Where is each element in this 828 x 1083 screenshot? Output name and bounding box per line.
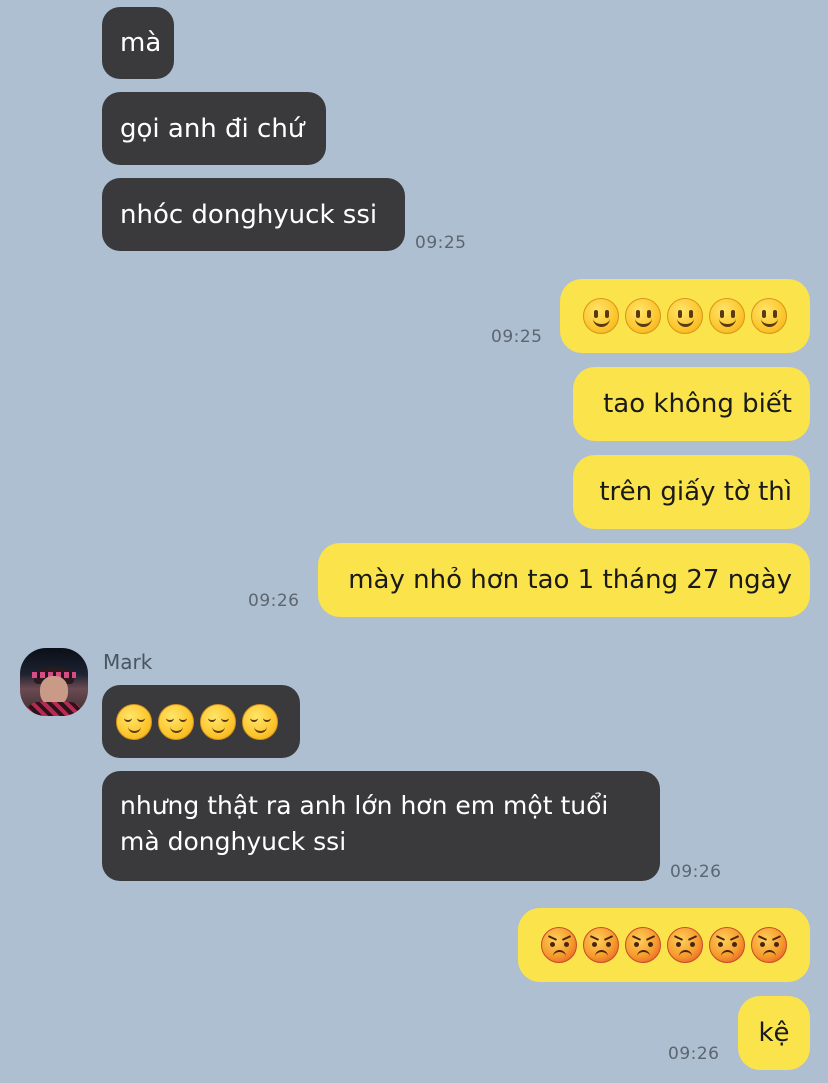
slightly-smiling-face-emoji (625, 298, 661, 334)
avatar-shirt (26, 702, 82, 716)
outgoing-message-bubble[interactable]: kệ (738, 996, 810, 1070)
relieved-face-emoji (200, 703, 236, 740)
emoji-row (116, 703, 278, 740)
angry-face-emoji (709, 927, 745, 963)
message-text: trên giấy tờ thì (599, 477, 792, 507)
emoji-row (541, 927, 787, 963)
message-timestamp: 09:25 (491, 327, 543, 347)
relieved-face-emoji (242, 703, 278, 740)
angry-face-emoji (751, 927, 787, 963)
contact-avatar[interactable] (20, 648, 88, 716)
incoming-message-bubble[interactable] (102, 685, 300, 758)
message-timestamp: 09:25 (415, 233, 467, 253)
emoji-row (583, 298, 787, 334)
outgoing-message-bubble[interactable] (518, 908, 810, 982)
message-text: nhưng thật ra anh lớn hơn em một tuổi mà… (120, 791, 609, 856)
outgoing-message-bubble[interactable]: mày nhỏ hơn tao 1 tháng 27 ngày (318, 543, 810, 617)
relieved-face-emoji (158, 703, 194, 740)
angry-face-emoji (583, 927, 619, 963)
outgoing-message-bubble[interactable] (560, 279, 810, 353)
relieved-face-emoji (116, 703, 152, 740)
message-text: tao không biết (603, 389, 792, 419)
slightly-smiling-face-emoji (751, 298, 787, 334)
sender-name: Mark (103, 650, 153, 674)
angry-face-emoji (667, 927, 703, 963)
angry-face-emoji (625, 927, 661, 963)
message-text: gọi anh đi chứ (120, 113, 305, 144)
message-timestamp: 09:26 (248, 591, 300, 611)
outgoing-message-bubble[interactable]: tao không biết (573, 367, 810, 441)
incoming-message-bubble[interactable]: nhóc donghyuck ssi (102, 178, 405, 251)
slightly-smiling-face-emoji (709, 298, 745, 334)
message-timestamp: 09:26 (668, 1044, 720, 1064)
incoming-message-bubble[interactable]: mà (102, 7, 174, 79)
slightly-smiling-face-emoji (667, 298, 703, 334)
message-text: mày nhỏ hơn tao 1 tháng 27 ngày (348, 565, 792, 595)
angry-face-emoji (541, 927, 577, 963)
outgoing-message-bubble[interactable]: trên giấy tờ thì (573, 455, 810, 529)
message-text: mà (120, 28, 162, 58)
message-text: kệ (758, 1018, 790, 1048)
incoming-message-bubble[interactable]: gọi anh đi chứ (102, 92, 326, 165)
message-text: nhóc donghyuck ssi (120, 199, 378, 230)
message-timestamp: 09:26 (670, 862, 722, 882)
slightly-smiling-face-emoji (583, 298, 619, 334)
chat-view: mà gọi anh đi chứ nhóc donghyuck ssi 09:… (0, 0, 828, 1083)
incoming-message-bubble[interactable]: nhưng thật ra anh lớn hơn em một tuổi mà… (102, 771, 660, 881)
